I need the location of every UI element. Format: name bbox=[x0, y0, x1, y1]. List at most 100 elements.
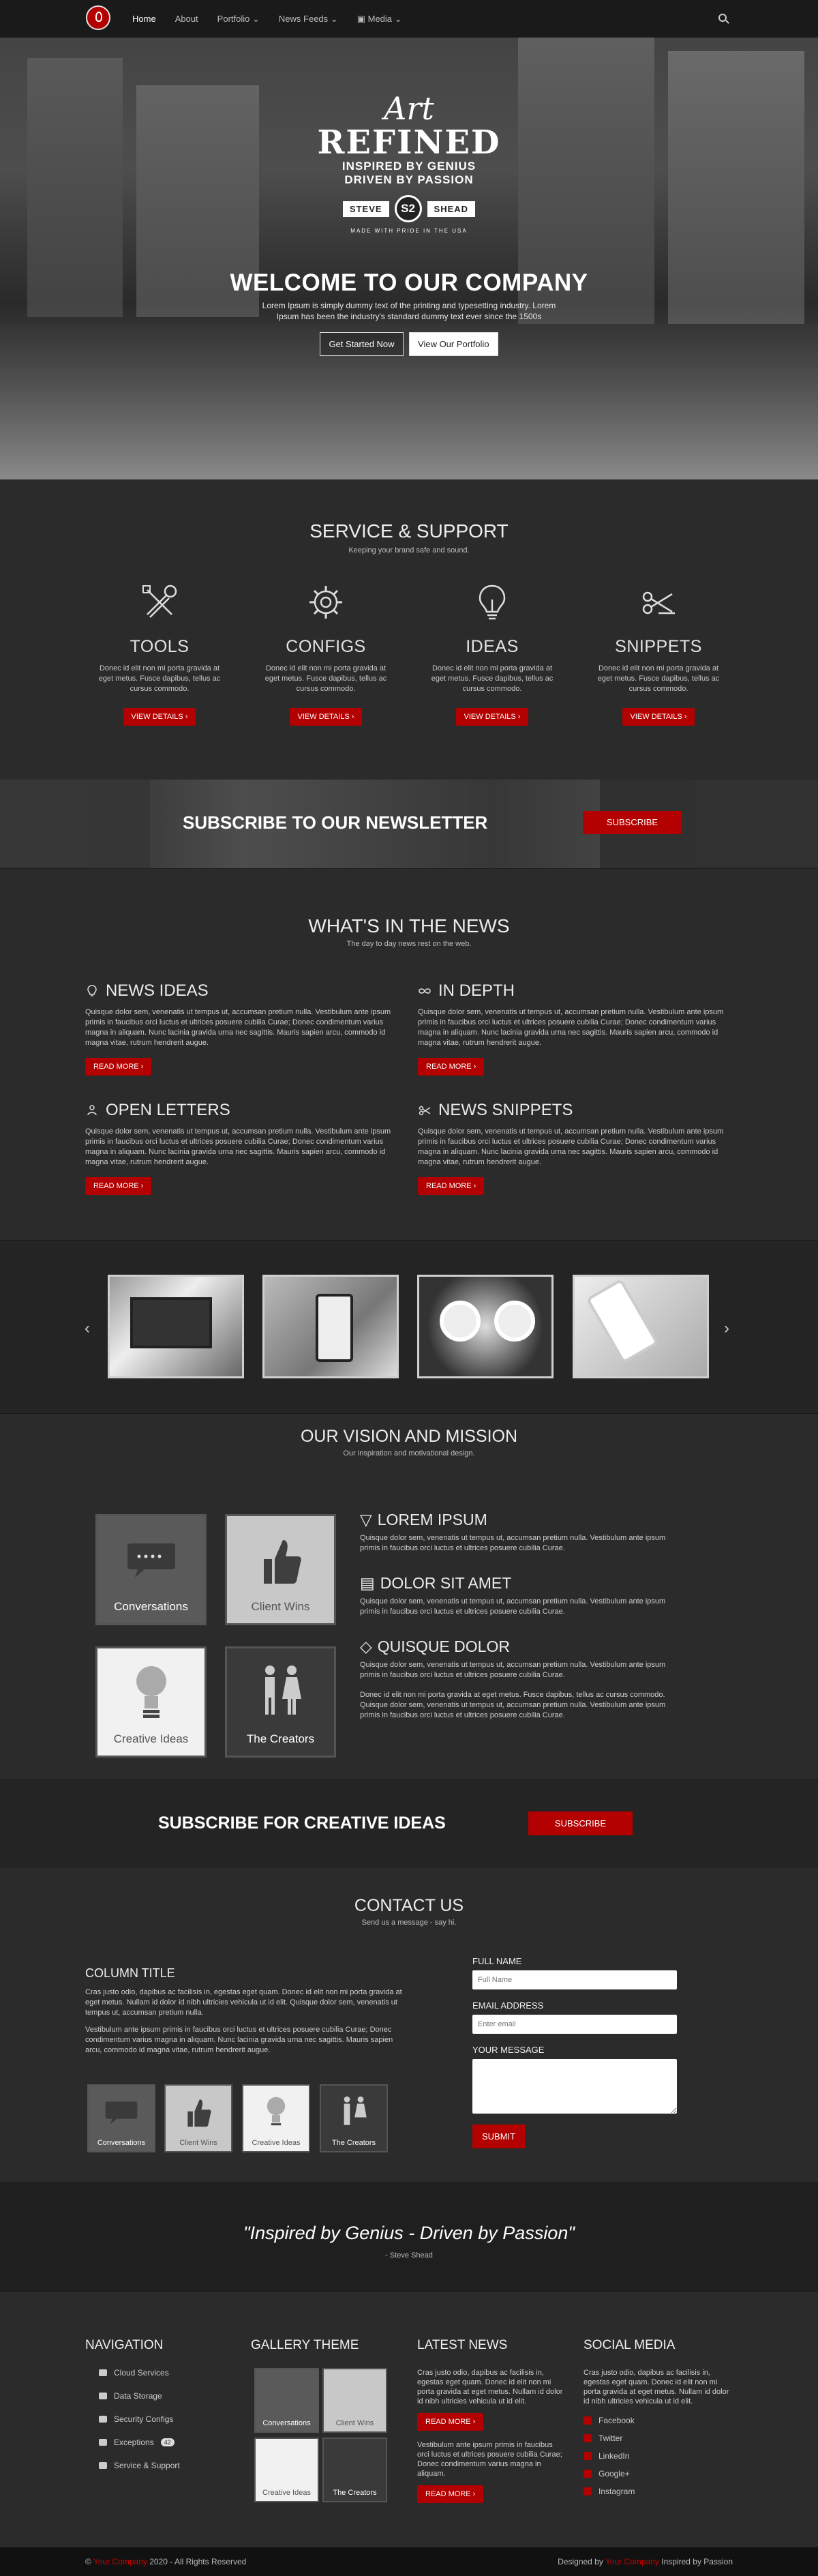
view-details-button[interactable]: VIEW DETAILS bbox=[455, 708, 529, 726]
nav-portfolio[interactable]: Portfolio ⌄ bbox=[208, 0, 269, 38]
tile-label: The Creators bbox=[331, 2139, 376, 2147]
vision-item-title-text: QUISQUE DOLOR bbox=[377, 1638, 510, 1655]
nav-about[interactable]: About bbox=[166, 0, 208, 38]
read-more-button[interactable]: READ MORE bbox=[417, 2485, 484, 2503]
mini-tile-creative-ideas[interactable]: Creative Ideas bbox=[242, 2084, 310, 2152]
footer-news-text: Cras justo odio, dapibus ac facilisis in… bbox=[417, 2369, 563, 2405]
name-label: FULL NAME bbox=[472, 1956, 522, 1966]
nav-home[interactable]: Home bbox=[123, 0, 166, 38]
footer: NAVIGATION Cloud Services Data Storage S… bbox=[0, 2292, 818, 2547]
full-name-input[interactable] bbox=[472, 1970, 677, 1989]
services-subtitle: Keeping your brand safe and sound. bbox=[348, 546, 470, 554]
newsletter-title: SUBSCRIBE TO OUR NEWSLETTER bbox=[183, 812, 488, 833]
social-link-linkedin[interactable]: LinkedIn bbox=[584, 2451, 730, 2461]
service-card-ideas: IDEAS Donec id elit non mi porta gravida… bbox=[424, 582, 560, 726]
footer-tile-the-creators[interactable]: The Creators bbox=[322, 2438, 387, 2502]
gallery-thumb-coffee[interactable] bbox=[417, 1275, 554, 1378]
tile-client-wins[interactable]: Client Wins bbox=[225, 1514, 336, 1625]
service-text: Donec id elit non mi porta gravida at eg… bbox=[98, 664, 221, 693]
get-started-button[interactable]: Get Started Now bbox=[320, 332, 404, 356]
submit-button[interactable]: SUBMIT bbox=[472, 2125, 526, 2148]
vision-subtitle: Our inspiration and motivational design. bbox=[343, 1449, 475, 1457]
tile-label: Conversations bbox=[114, 1600, 188, 1613]
people-icon bbox=[264, 1665, 301, 1715]
gallery-thumb-laptop[interactable] bbox=[108, 1275, 244, 1378]
service-card-tools: TOOLS Donec id elit non mi porta gravida… bbox=[91, 582, 228, 726]
search-icon[interactable] bbox=[718, 14, 727, 22]
gallery-thumb-phone[interactable] bbox=[262, 1275, 399, 1378]
designer-credit: Designed by Your Company Inspired by Pas… bbox=[558, 2557, 733, 2566]
footer-news-button-wrap: READ MORE bbox=[417, 2413, 564, 2431]
social-link-instagram[interactable]: Instagram bbox=[584, 2487, 730, 2496]
footer-link-cloud[interactable]: Cloud Services bbox=[99, 2368, 180, 2378]
mini-tile-client-wins[interactable]: Client Wins bbox=[164, 2084, 232, 2152]
vision-item-title-text: LOREM IPSUM bbox=[377, 1511, 487, 1528]
lightbulb-icon bbox=[136, 1666, 166, 1718]
footer-link-support[interactable]: Service & Support bbox=[99, 2461, 180, 2470]
gallery-thumb-phone-desk[interactable] bbox=[573, 1275, 709, 1378]
read-more-button[interactable]: READ MORE bbox=[85, 1058, 152, 1076]
brand-logo[interactable] bbox=[86, 5, 110, 30]
footer-link-exceptions[interactable]: Exceptions 42 bbox=[99, 2438, 180, 2447]
social-link-facebook[interactable]: Facebook bbox=[584, 2416, 730, 2425]
tile-the-creators[interactable]: The Creators bbox=[225, 1646, 336, 1758]
newsletter-subscribe-button[interactable]: SUBSCRIBE bbox=[583, 811, 682, 834]
news-item-snippets: NEWS SNIPPETS Quisque dolor sem, venenat… bbox=[418, 1101, 731, 1195]
service-text: Donec id elit non mi porta gravida at eg… bbox=[264, 664, 387, 693]
footer-link-security[interactable]: Security Configs bbox=[99, 2414, 180, 2424]
tile-label: Creative Ideas bbox=[252, 2139, 301, 2147]
read-more-button[interactable]: READ MORE bbox=[418, 1177, 485, 1195]
lightbulb-icon bbox=[87, 985, 97, 996]
mini-tile-conversations[interactable]: Conversations bbox=[87, 2084, 155, 2152]
database-icon bbox=[99, 2393, 107, 2399]
social-link-label: Twitter bbox=[599, 2433, 623, 2443]
view-details-button[interactable]: VIEW DETAILS bbox=[622, 708, 695, 726]
carousel-prev-icon[interactable]: ‹ bbox=[85, 1319, 90, 1338]
subscribe-ideas-button[interactable]: SUBSCRIBE bbox=[528, 1811, 633, 1835]
social-link-label: Google+ bbox=[599, 2469, 630, 2478]
badge-refined: REFINED bbox=[317, 123, 501, 162]
scissors-icon bbox=[419, 1106, 431, 1116]
instagram-icon bbox=[584, 2487, 592, 2496]
thumbs-up-icon bbox=[263, 1540, 301, 1584]
chevron-down-icon: ⌄ bbox=[330, 14, 338, 24]
badge-made: MADE WITH PRIDE IN THE USA bbox=[350, 228, 468, 234]
hero-text: Lorem Ipsum is simply dummy text of the … bbox=[262, 301, 556, 321]
service-name: SNIPPETS bbox=[615, 637, 702, 656]
view-details-button[interactable]: VIEW DETAILS bbox=[123, 708, 196, 726]
message-textarea[interactable] bbox=[472, 2059, 677, 2114]
social-link-googleplus[interactable]: Google+ bbox=[584, 2469, 730, 2478]
hero-title: WELCOME TO OUR COMPANY bbox=[230, 269, 588, 296]
gear-icon bbox=[99, 2462, 107, 2469]
vision-item-text: Quisque dolor sem, venenatis ut tempus u… bbox=[360, 1597, 666, 1616]
footer-tile-conversations[interactable]: Conversations bbox=[254, 2368, 319, 2433]
mini-tile-the-creators[interactable]: The Creators bbox=[320, 2084, 388, 2152]
filter-icon: ▽ bbox=[360, 1511, 372, 1528]
social-link-twitter[interactable]: Twitter bbox=[584, 2433, 730, 2443]
nav-media[interactable]: ▣ Media ⌄ bbox=[348, 0, 412, 38]
read-more-button[interactable]: READ MORE bbox=[418, 1058, 485, 1076]
view-details-button[interactable]: VIEW DETAILS bbox=[289, 708, 363, 726]
company-link[interactable]: Your Company bbox=[93, 2557, 147, 2566]
footer-tile-client-wins[interactable]: Client Wins bbox=[322, 2368, 387, 2433]
cloud-icon bbox=[99, 2369, 107, 2376]
designer-link[interactable]: Your Company bbox=[605, 2557, 659, 2566]
view-portfolio-button[interactable]: View Our Portfolio bbox=[409, 332, 498, 356]
read-more-button[interactable]: READ MORE bbox=[85, 1177, 152, 1195]
newsletter-banner: SUBSCRIBE TO OUR NEWSLETTER SUBSCRIBE bbox=[0, 780, 818, 868]
email-input[interactable] bbox=[472, 2015, 677, 2034]
gear-icon bbox=[309, 586, 342, 619]
tile-conversations[interactable]: Conversations bbox=[95, 1514, 207, 1625]
read-more-button[interactable]: READ MORE bbox=[417, 2413, 484, 2431]
phone-shape bbox=[586, 1278, 659, 1364]
footer-tile-creative-ideas[interactable]: Creative Ideas bbox=[254, 2438, 319, 2502]
footer-gallery: GALLERY THEME Conversations Client Wins … bbox=[251, 2338, 387, 2502]
social-link-label: Facebook bbox=[599, 2416, 635, 2425]
carousel-next-icon[interactable]: › bbox=[724, 1319, 729, 1338]
tile-creative-ideas[interactable]: Creative Ideas bbox=[95, 1646, 207, 1758]
footer-link-storage[interactable]: Data Storage bbox=[99, 2391, 180, 2401]
email-label: EMAIL ADDRESS bbox=[472, 2000, 544, 2011]
nav-news-feeds[interactable]: News Feeds ⌄ bbox=[269, 0, 348, 38]
footer-nav-title: NAVIGATION bbox=[85, 2338, 164, 2352]
tile-label: Conversations bbox=[262, 2419, 311, 2427]
